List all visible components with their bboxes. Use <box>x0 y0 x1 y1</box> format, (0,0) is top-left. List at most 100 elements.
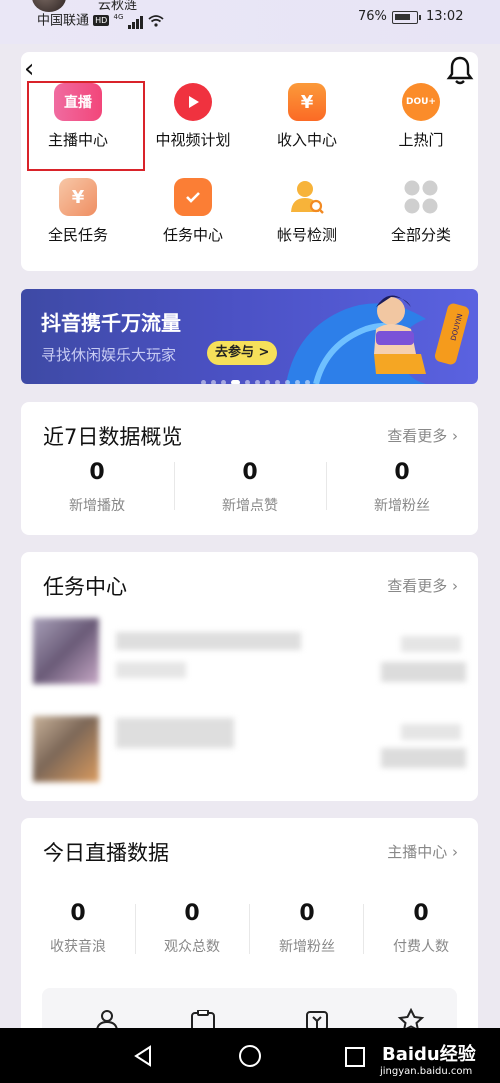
battery-percent: 76% <box>358 9 387 24</box>
battery-icon <box>392 11 421 24</box>
chevron-right-icon: › <box>452 577 458 595</box>
yen-icon-text: ¥ <box>300 91 314 113</box>
view-more-link[interactable]: 查看更多 › <box>387 425 458 446</box>
stat-new-fans: 0 新增粉丝 <box>264 901 350 956</box>
play-icon <box>174 83 212 121</box>
dou-icon-text: DOU+ <box>406 97 436 107</box>
grid-item-label: 收入中心 <box>276 131 337 149</box>
network-type: 4G <box>113 13 124 21</box>
stat-new-fans: 0 新增粉丝 <box>352 460 452 515</box>
stat-value: 0 <box>184 901 200 926</box>
stat-value: 0 <box>413 901 429 926</box>
stat-label: 新增点赞 <box>222 498 278 514</box>
grid-item-income-center[interactable]: ¥ 收入中心 <box>257 83 357 150</box>
carrier-label: 中国联通 HD 4G <box>37 9 164 30</box>
view-more-text: 查看更多 <box>387 427 448 445</box>
stat-sound-waves: 0 收获音浪 <box>35 901 121 956</box>
anchor-center-link[interactable]: 主播中心 › <box>387 841 458 862</box>
yen-icon: ¥ <box>288 83 326 121</box>
user-search-icon <box>288 178 326 216</box>
stat-total-viewers: 0 观众总数 <box>149 901 235 956</box>
grid-item-all-people-tasks[interactable]: ¥ 全民任务 <box>28 178 128 245</box>
grid-item-all-categories[interactable]: 全部分类 <box>371 178 471 245</box>
grid-item-label: 帐号检测 <box>276 226 337 244</box>
clock: 13:02 <box>426 9 464 24</box>
stat-value: 0 <box>394 460 410 485</box>
task-title-blurred <box>116 718 234 748</box>
calendar-check-icon <box>174 178 212 216</box>
task-thumbnail <box>33 618 99 684</box>
chevron-right-icon: › <box>452 843 458 861</box>
chevron-right-icon: › <box>452 427 458 445</box>
grid-item-account-check[interactable]: 帐号检测 <box>257 178 357 245</box>
promo-banner[interactable]: DOUYIN 抖音携千万流量 寻找休闲娱乐大玩家 去参与 > <box>21 289 478 384</box>
signal-icon <box>127 13 144 30</box>
divider <box>135 904 136 954</box>
stat-new-plays: 0 新增播放 <box>47 460 147 515</box>
stat-label: 新增播放 <box>69 498 125 514</box>
carousel-dots <box>201 370 315 384</box>
nav-recents-icon[interactable] <box>344 1046 366 1068</box>
task-button-blurred <box>381 748 466 768</box>
grid-item-hot[interactable]: DOU+ 上热门 <box>371 83 471 150</box>
baidu-watermark: Baidu经验 <box>382 1044 476 1065</box>
task-button-blurred <box>381 662 466 682</box>
stat-paying-users: 0 付费人数 <box>378 901 464 956</box>
stat-value: 0 <box>242 460 258 485</box>
stat-value: 0 <box>70 901 86 926</box>
star-icon[interactable] <box>397 1008 425 1030</box>
back-button[interactable]: ‹ <box>24 56 34 82</box>
bell-icon[interactable] <box>446 55 474 85</box>
clipboard-icon[interactable] <box>189 1010 217 1030</box>
divider <box>326 462 327 510</box>
anchor-center-text: 主播中心 <box>387 843 448 861</box>
task-meta-blurred <box>401 636 461 652</box>
nav-home-icon[interactable] <box>238 1044 262 1068</box>
section-title: 任务中心 <box>43 575 127 599</box>
wifi-icon <box>148 14 164 27</box>
stat-label: 付费人数 <box>393 939 449 955</box>
stat-value: 0 <box>299 901 315 926</box>
task-center-card: 任务中心 查看更多 › <box>21 552 478 801</box>
join-button[interactable]: 去参与 > <box>207 341 278 365</box>
grid-item-label: 任务中心 <box>162 226 223 244</box>
task-thumbnail <box>33 716 99 782</box>
dou-icon: DOU+ <box>402 83 440 121</box>
wallet-icon[interactable] <box>304 1010 330 1030</box>
grid-item-label: 全民任务 <box>47 226 108 244</box>
watermark-url: jingyan.baidu.com <box>380 1066 473 1077</box>
stat-label: 新增粉丝 <box>374 498 430 514</box>
yen-card-icon: ¥ <box>59 178 97 216</box>
grid-item-task-center[interactable]: 任务中心 <box>143 178 243 245</box>
grid-item-mid-video-plan[interactable]: 中视频计划 <box>143 83 243 150</box>
carrier-text: 中国联通 <box>37 13 90 29</box>
stat-label: 收获音浪 <box>50 939 106 955</box>
hd-badge: HD <box>93 15 110 27</box>
divider <box>249 904 250 954</box>
grid-icon <box>402 178 440 216</box>
live-data-card: 今日直播数据 主播中心 › 0 收获音浪 0 观众总数 0 新增粉丝 0 付费人数 <box>21 818 478 1048</box>
data-overview-card: 近7日数据概览 查看更多 › 0 新增播放 0 新增点赞 0 新增粉丝 <box>21 402 478 535</box>
stat-label: 观众总数 <box>164 939 220 955</box>
grid-item-label: 全部分类 <box>390 226 451 244</box>
stat-value: 0 <box>89 460 105 485</box>
divider <box>363 904 364 954</box>
stat-label: 新增粉丝 <box>279 939 335 955</box>
yen-card-icon-text: ¥ <box>71 186 85 208</box>
view-more-link[interactable]: 查看更多 › <box>387 575 458 596</box>
task-subtitle-blurred <box>116 662 186 678</box>
divider <box>174 462 175 510</box>
section-title: 近7日数据概览 <box>43 425 183 449</box>
banner-subtitle: 寻找休闲娱乐大玩家 <box>41 346 177 364</box>
task-meta-blurred <box>401 724 461 740</box>
view-more-text: 查看更多 <box>387 577 448 595</box>
stat-new-likes: 0 新增点赞 <box>200 460 300 515</box>
banner-title: 抖音携千万流量 <box>41 311 181 335</box>
section-title: 今日直播数据 <box>43 841 169 865</box>
highlight-box <box>27 81 145 171</box>
task-title-blurred <box>116 632 301 650</box>
nav-back-icon[interactable] <box>133 1045 153 1067</box>
grid-item-label: 上热门 <box>398 131 444 149</box>
grid-item-label: 中视频计划 <box>155 131 231 149</box>
user-icon[interactable] <box>94 1010 120 1030</box>
